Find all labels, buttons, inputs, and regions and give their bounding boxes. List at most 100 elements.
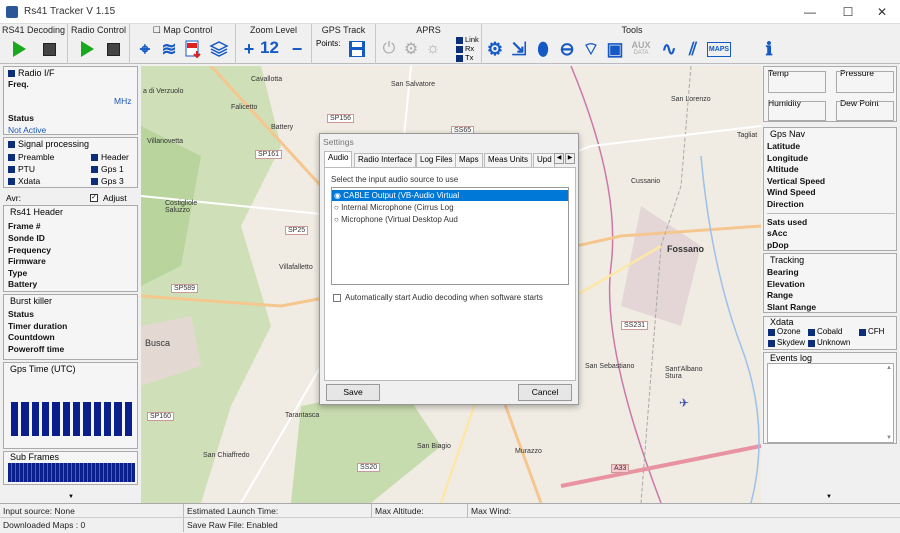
gear-icon: ⚙	[403, 41, 419, 58]
place-label: Villanovetta	[147, 138, 184, 145]
audio-source-label: Internal Microphone (Cirrus Log	[341, 203, 454, 212]
zoom-level-group: Zoom Level + 12 −	[236, 24, 312, 64]
target-icon: ⌖	[139, 39, 151, 59]
tab-audio[interactable]: Audio	[324, 151, 353, 167]
scroll-down-icon[interactable]: ▼	[886, 435, 892, 441]
cfh-indicator	[859, 329, 866, 336]
tab-maps[interactable]: Maps	[455, 153, 483, 167]
vertical-speed-label: Vertical Speed	[767, 176, 826, 186]
road-label: A33	[611, 464, 630, 473]
aprs-rx-indicator	[456, 46, 463, 53]
left-scroll-down-icon[interactable]: ▼	[68, 494, 74, 500]
radio-play-button[interactable]	[76, 38, 98, 60]
decoding-play-button[interactable]	[8, 38, 30, 60]
satellite-dish-button[interactable]: ⌔	[580, 38, 602, 60]
freq-label: Freq.	[8, 79, 29, 89]
map-download-button[interactable]	[182, 38, 204, 60]
aprs-settings-button[interactable]: ⚙	[400, 38, 422, 60]
save-button[interactable]: Save	[326, 384, 380, 401]
sub-frames-title: Sub Frames	[10, 452, 60, 462]
map-control-checkbox[interactable]: ☐	[153, 25, 161, 35]
skydew-indicator	[768, 340, 775, 347]
launch-time-status: Estimated Launch Time:	[184, 504, 372, 518]
wifi-button[interactable]: ≋	[158, 38, 180, 60]
road-label: SP160	[147, 412, 175, 421]
image-button[interactable]: ▣	[604, 38, 626, 60]
audio-source-label: CABLE Output (VB-Audio Virtual	[343, 191, 460, 200]
direction-label: Direction	[767, 199, 804, 209]
aux-sub-label: DATA	[633, 50, 649, 56]
decoding-stop-button[interactable]	[38, 38, 60, 60]
gps-track-title: GPS Track	[321, 25, 366, 35]
audio-source-item-selected[interactable]: ◉ CABLE Output (VB-Audio Virtual	[332, 190, 568, 201]
dew-point-box	[836, 101, 894, 121]
maximize-button[interactable]: ☐	[830, 0, 866, 24]
events-log-area[interactable]: ▲ ▼	[767, 363, 894, 443]
xdata-title: Xdata	[770, 317, 794, 327]
maps-button[interactable]: MAPS	[706, 38, 732, 60]
audio-source-item[interactable]: ○ Internal Microphone (Cirrus Log	[332, 202, 568, 213]
audio-source-prompt: Select the input audio source to use	[331, 175, 459, 184]
humidity-box	[768, 101, 826, 121]
events-log-panel: Events log ▲ ▼	[763, 352, 897, 444]
poweroff-time-label: Poweroff time	[8, 344, 65, 354]
gps-nav-panel: Gps Nav Latitude Longitude Altitude Vert…	[763, 127, 897, 251]
events-log-title: Events log	[770, 353, 813, 363]
info-button[interactable]: ℹ	[758, 38, 780, 60]
aprs-tx-indicator	[456, 55, 463, 62]
tools-title: Tools	[621, 25, 643, 35]
right-scroll-down-icon[interactable]: ▼	[826, 494, 832, 500]
signal-button[interactable]: ∿	[658, 38, 680, 60]
gps-nav-title: Gps Nav	[770, 129, 806, 139]
tab-log-files[interactable]: Log Files	[416, 153, 457, 167]
audio-source-label: Microphone (Virtual Desktop Aud	[341, 215, 458, 224]
plus-icon: +	[243, 39, 255, 59]
cancel-button[interactable]: Cancel	[518, 384, 572, 401]
sonde-id-label: Sonde ID	[8, 233, 45, 243]
place-label: Costigliole Saluzzo	[165, 200, 198, 214]
timer-duration-label: Timer duration	[8, 321, 68, 331]
aprs-power-button[interactable]: ⏻	[378, 38, 400, 60]
max-altitude-status: Max Altitude:	[372, 504, 468, 518]
toolbar: RS41 Decoding Radio Control ☐ Map Contro…	[0, 24, 900, 64]
zoom-in-button[interactable]: +	[238, 38, 260, 60]
autostart-checkbox[interactable]	[333, 294, 341, 302]
chart-button[interactable]: ⫽	[682, 38, 704, 60]
marker-button[interactable]: ⬮	[532, 38, 554, 60]
radio-stop-button[interactable]	[102, 38, 124, 60]
layers-button[interactable]	[208, 38, 230, 60]
play-icon	[12, 41, 26, 57]
place-label: Fossano	[667, 244, 705, 254]
app-icon	[6, 6, 18, 18]
center-map-button[interactable]: ⌖	[134, 38, 156, 60]
type-label: Type	[8, 268, 28, 278]
pressure-box	[836, 71, 894, 93]
tab-scroll-left-icon[interactable]: ◀	[554, 153, 564, 164]
save-track-button[interactable]	[346, 38, 368, 60]
settings-dialog: Settings Audio Radio Interface Log Files…	[319, 133, 579, 405]
scroll-up-icon[interactable]: ▲	[886, 365, 892, 371]
info-icon: ℹ	[765, 39, 773, 59]
close-button[interactable]: ✕	[864, 0, 900, 24]
planet-button[interactable]: ⊖	[556, 38, 578, 60]
satellite-dish-icon: ⌔	[582, 39, 600, 59]
zoom-out-button[interactable]: −	[286, 38, 308, 60]
settings-button[interactable]: ⚙	[484, 38, 506, 60]
export-button[interactable]: ⇲	[508, 38, 530, 60]
minimize-button[interactable]: —	[792, 0, 828, 24]
tab-meas-units[interactable]: Meas Units	[484, 153, 533, 167]
aux-data-button[interactable]: AUX DATA	[630, 38, 652, 60]
export-icon: ⇲	[511, 39, 527, 59]
aprs-sun-button[interactable]: ☼	[422, 38, 444, 60]
adjust-checkbox[interactable]: ✓	[90, 194, 98, 202]
tab-radio-interface[interactable]: Radio Interface	[354, 153, 417, 167]
audio-source-item[interactable]: ○ Microphone (Virtual Desktop Aud	[332, 214, 568, 225]
gps-nav-divider	[767, 213, 895, 214]
aprs-rx-label: Rx	[465, 44, 475, 53]
header-indicator	[91, 154, 98, 161]
latitude-label: Latitude	[767, 141, 801, 151]
place-label: Cussanio	[631, 178, 661, 185]
tab-updates[interactable]: Upd	[533, 153, 555, 167]
tab-scroll-right-icon[interactable]: ▶	[565, 153, 575, 164]
map-control-title: Map Control	[163, 25, 213, 35]
